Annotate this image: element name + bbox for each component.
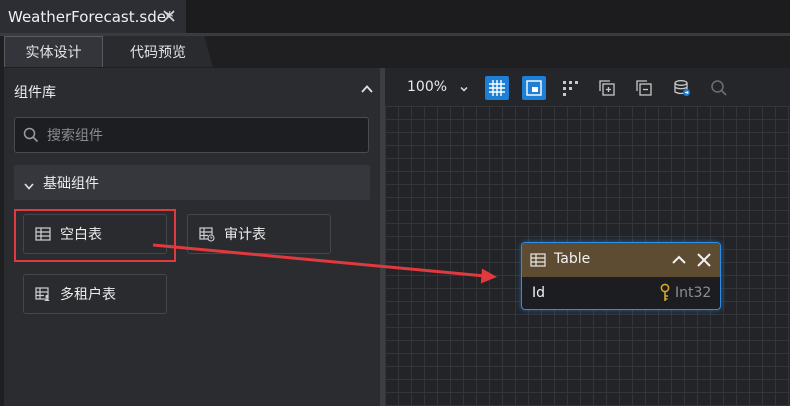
expand-all-icon[interactable] [595,76,619,100]
table-node[interactable]: Table Id Int32 [521,242,721,310]
tab-code-preview[interactable]: 代码预览 [103,36,213,67]
zoom-value: 100% [407,79,448,95]
component-search [14,117,369,154]
app-window: WeatherForecast.sde* 实体设计 代码预览 组件库 基础组件 [0,0,790,406]
tenant-table-icon [35,286,51,302]
grid-toggle-icon[interactable] [485,76,509,100]
design-canvas[interactable]: 100% Table Id Int32 [385,68,790,406]
component-library-panel: 组件库 基础组件 空白表 审计表 [4,68,381,406]
view-tab-bar: 实体设计 代码预览 [0,36,790,68]
table-icon [530,252,546,268]
file-tab-title: WeatherForecast.sde* [8,7,174,26]
key-icon [659,283,671,303]
table-name: Table [554,251,591,267]
search-icon[interactable] [707,76,731,100]
panel-title: 组件库 [14,85,56,101]
zoom-dropdown[interactable]: 100% [407,79,469,95]
group-basic-components[interactable]: 基础组件 [14,165,370,200]
chevron-down-icon [459,82,469,92]
component-label: 空白表 [60,227,102,243]
close-icon[interactable] [160,7,178,25]
search-input[interactable] [45,118,359,154]
file-tab[interactable]: WeatherForecast.sde* [0,0,186,33]
field-row[interactable]: Id Int32 [522,277,720,309]
chevron-up-icon[interactable] [670,251,688,269]
component-multi-tenant-table[interactable]: 多租户表 [23,274,167,314]
database-sync-icon[interactable] [670,76,694,100]
group-label: 基础组件 [43,175,99,192]
chevron-up-icon[interactable] [359,81,375,97]
search-icon [23,127,39,143]
field-type: Int32 [675,285,712,301]
layout-dots-icon[interactable] [558,76,582,100]
collapse-all-icon[interactable] [632,76,656,100]
component-label: 审计表 [224,227,266,243]
audit-table-icon [199,226,215,242]
component-audit-table[interactable]: 审计表 [187,214,331,254]
field-name: Id [532,285,546,301]
canvas-toolbar: 100% [385,68,790,106]
tab-entity-design[interactable]: 实体设计 [4,36,103,67]
component-label: 多租户表 [60,287,116,303]
table-node-header[interactable]: Table [522,243,720,277]
table-icon [35,226,51,242]
component-blank-table[interactable]: 空白表 [23,214,167,254]
snap-toggle-icon[interactable] [522,76,546,100]
close-icon[interactable] [695,251,713,269]
chevron-down-icon [23,177,35,190]
file-tab-bar: WeatherForecast.sde* [0,0,790,36]
